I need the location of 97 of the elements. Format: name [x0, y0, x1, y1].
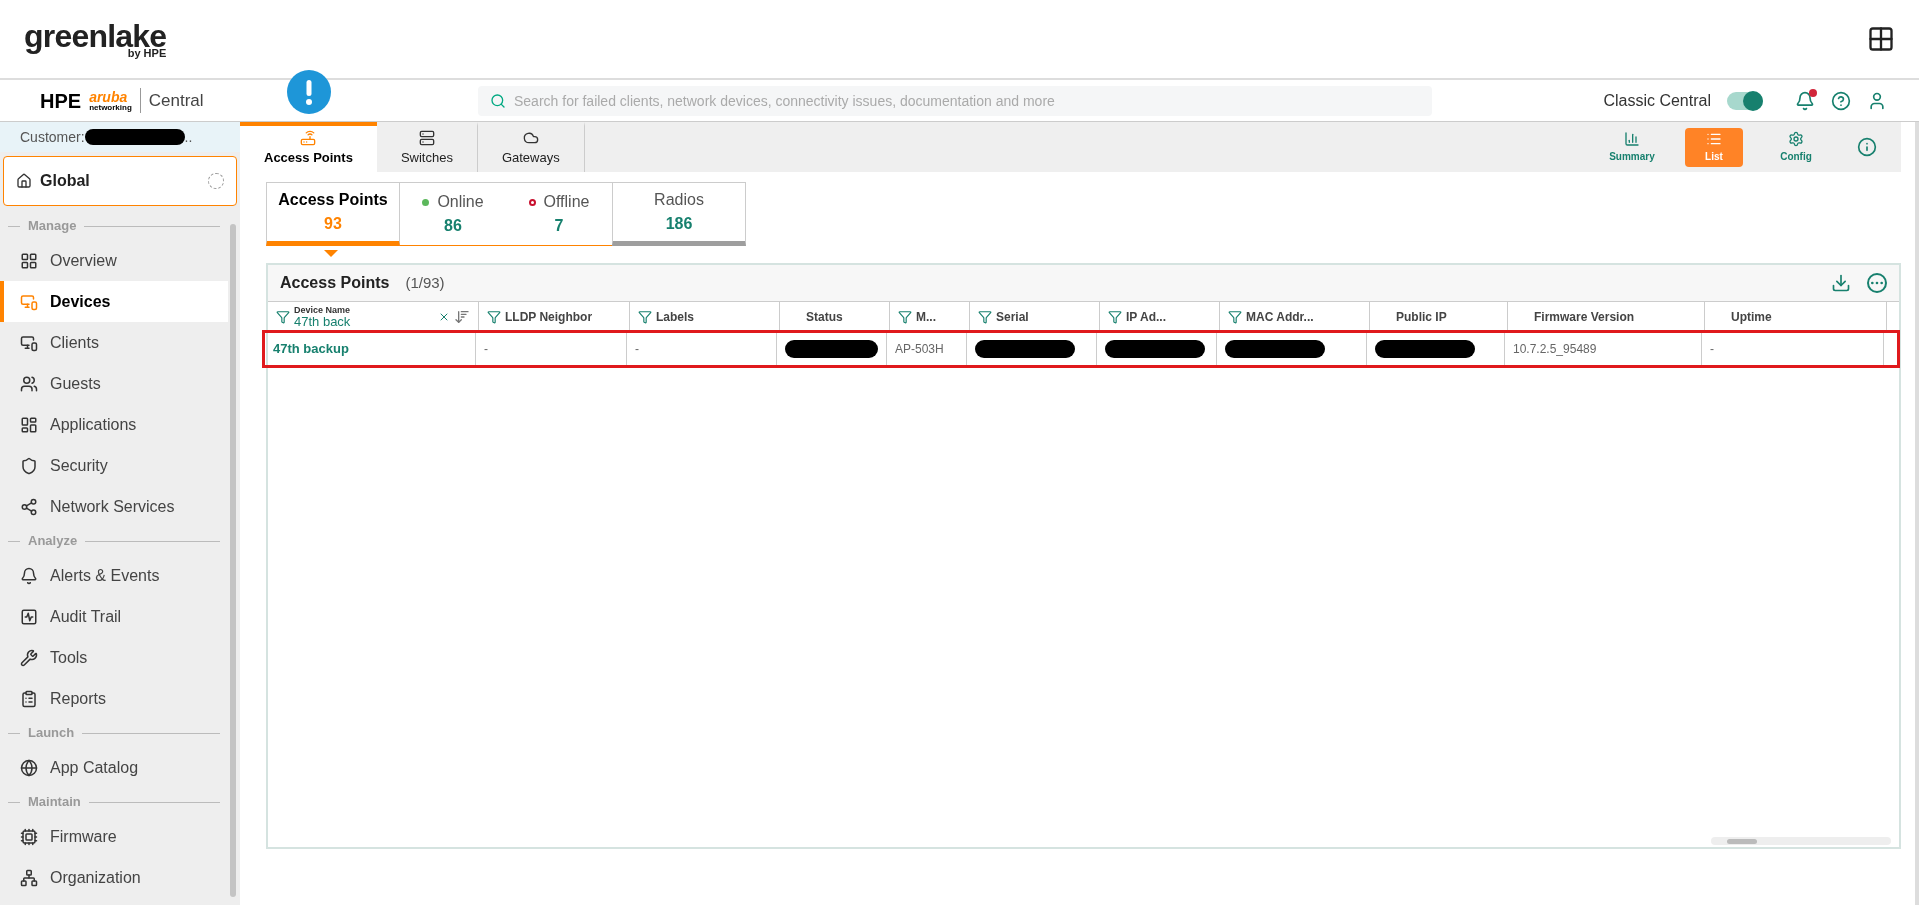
aruba-logo: aruba: [89, 89, 129, 104]
table-cell-text: -: [635, 341, 639, 358]
nav-item[interactable]: Clients: [0, 322, 228, 363]
horizontal-scrollbar[interactable]: [1711, 837, 1891, 845]
view-button[interactable]: Summary: [1603, 127, 1661, 167]
home-icon: [16, 173, 32, 189]
nav-item[interactable]: App Catalog: [0, 747, 228, 788]
filter-icon[interactable]: [978, 310, 992, 324]
table-title: Access Points: [280, 273, 390, 293]
filter-icon[interactable]: [898, 310, 912, 324]
chart-square-icon: [20, 607, 38, 626]
classic-central-label: Classic Central: [1603, 90, 1711, 111]
notifications-button[interactable]: [1795, 90, 1815, 111]
people-icon: [20, 374, 38, 393]
device-tab[interactable]: Access Points: [240, 122, 377, 172]
table-row[interactable]: 47th backup - - AP-503H 10.7.2.5_95489 -: [265, 333, 1897, 365]
nav-item[interactable]: Network Services: [0, 486, 228, 527]
view-button[interactable]: Config: [1767, 127, 1825, 167]
section-heading: Launch: [28, 724, 75, 743]
device-tab[interactable]: Gateways: [477, 122, 585, 172]
info-icon[interactable]: [1857, 137, 1877, 157]
table-cell-text: -: [484, 341, 488, 358]
status-tile[interactable]: Online 86: [400, 182, 506, 246]
settings-icon: [1788, 130, 1804, 147]
grid-icon: [20, 251, 38, 270]
chip-icon: [20, 827, 38, 846]
section-heading: Manage: [28, 217, 77, 236]
sort-icon[interactable]: [454, 309, 470, 325]
nav-item[interactable]: Security: [0, 445, 228, 486]
networking-label: networking: [89, 103, 132, 112]
column-header[interactable]: M...: [890, 302, 970, 332]
column-header[interactable]: MAC Addr...: [1220, 302, 1370, 332]
column-header[interactable]: Firmware Version: [1508, 302, 1705, 332]
network-icon: [20, 868, 38, 887]
nav-item[interactable]: Reports: [0, 678, 228, 719]
nav-item[interactable]: Firmware: [0, 816, 228, 857]
selection-pointer-icon: [324, 250, 338, 257]
table-count: (1/93): [405, 272, 445, 293]
filter-icon[interactable]: [638, 310, 652, 324]
scope-selector[interactable]: Global: [3, 156, 237, 206]
column-header[interactable]: Uptime: [1705, 302, 1887, 332]
filter-icon[interactable]: [487, 310, 501, 324]
filter-icon[interactable]: [1228, 310, 1242, 324]
devices-icon: [20, 292, 38, 311]
nav-item[interactable]: Organization: [0, 857, 228, 898]
apps-grid-icon: [20, 415, 38, 434]
nav-item[interactable]: Tools: [0, 637, 228, 678]
status-tile[interactable]: Offline 7: [506, 182, 612, 246]
nav-item[interactable]: Applications: [0, 404, 228, 445]
customer-suffix: ..: [184, 127, 193, 147]
shield-icon: [20, 456, 38, 475]
switch-icon: [418, 130, 435, 147]
nav-item[interactable]: Guests: [0, 363, 228, 404]
nav-item[interactable]: Audit Trail: [0, 596, 228, 637]
globe-icon: [20, 758, 38, 777]
download-icon[interactable]: [1831, 273, 1851, 293]
column-header[interactable]: Public IP: [1370, 302, 1508, 332]
customer-label: Customer:: [20, 127, 85, 147]
device-link[interactable]: 47th backup: [273, 339, 349, 359]
section-heading: Analyze: [28, 532, 78, 551]
search-icon: [490, 92, 506, 109]
column-header[interactable]: Status: [780, 302, 890, 332]
nodes-icon: [20, 497, 38, 516]
column-header[interactable]: Device Name 47th back: [268, 302, 479, 332]
bell-icon: [20, 566, 38, 585]
nav-item[interactable]: Alerts & Events: [0, 555, 228, 596]
filter-icon[interactable]: [276, 310, 290, 324]
column-header[interactable]: Serial: [970, 302, 1100, 332]
nav-item[interactable]: Overview: [0, 240, 228, 281]
nav-item[interactable]: Devices: [0, 281, 228, 322]
section-heading: Maintain: [28, 793, 81, 812]
scrollbar[interactable]: [230, 224, 236, 897]
alert-badge-icon[interactable]: [287, 70, 331, 114]
summary-tile[interactable]: Radios 186: [612, 182, 746, 246]
search-field[interactable]: Search for failed clients, network devices, connectivity issues, documentation and more: [478, 85, 1432, 116]
table-cell-text: -: [1710, 341, 1714, 358]
user-icon[interactable]: [1867, 90, 1887, 111]
table-cell-text: AP-503H: [895, 341, 944, 358]
clear-filter-icon[interactable]: [438, 311, 450, 323]
more-options-icon[interactable]: [1867, 273, 1887, 293]
hpe-logo: HPE: [40, 88, 82, 114]
app-launcher-icon[interactable]: [1867, 25, 1895, 53]
column-header[interactable]: IP Ad...: [1100, 302, 1220, 332]
classic-central-toggle[interactable]: [1727, 91, 1763, 110]
device-tab[interactable]: Switches: [376, 122, 478, 172]
column-header[interactable]: LLDP Neighbor: [479, 302, 630, 332]
table-cell-text: 10.7.2.5_95489: [1513, 341, 1597, 358]
product-name: Central: [139, 87, 204, 114]
filter-icon[interactable]: [1108, 310, 1122, 324]
clipboard-icon: [20, 689, 38, 708]
wrench-icon: [20, 648, 38, 667]
help-icon[interactable]: [1831, 90, 1851, 111]
access-point-icon: [300, 130, 317, 147]
column-header[interactable]: Labels: [630, 302, 780, 332]
laptop-phone-icon: [20, 333, 38, 352]
summary-tile[interactable]: Access Points 93: [266, 182, 400, 246]
bar-chart-icon: [1624, 130, 1640, 147]
